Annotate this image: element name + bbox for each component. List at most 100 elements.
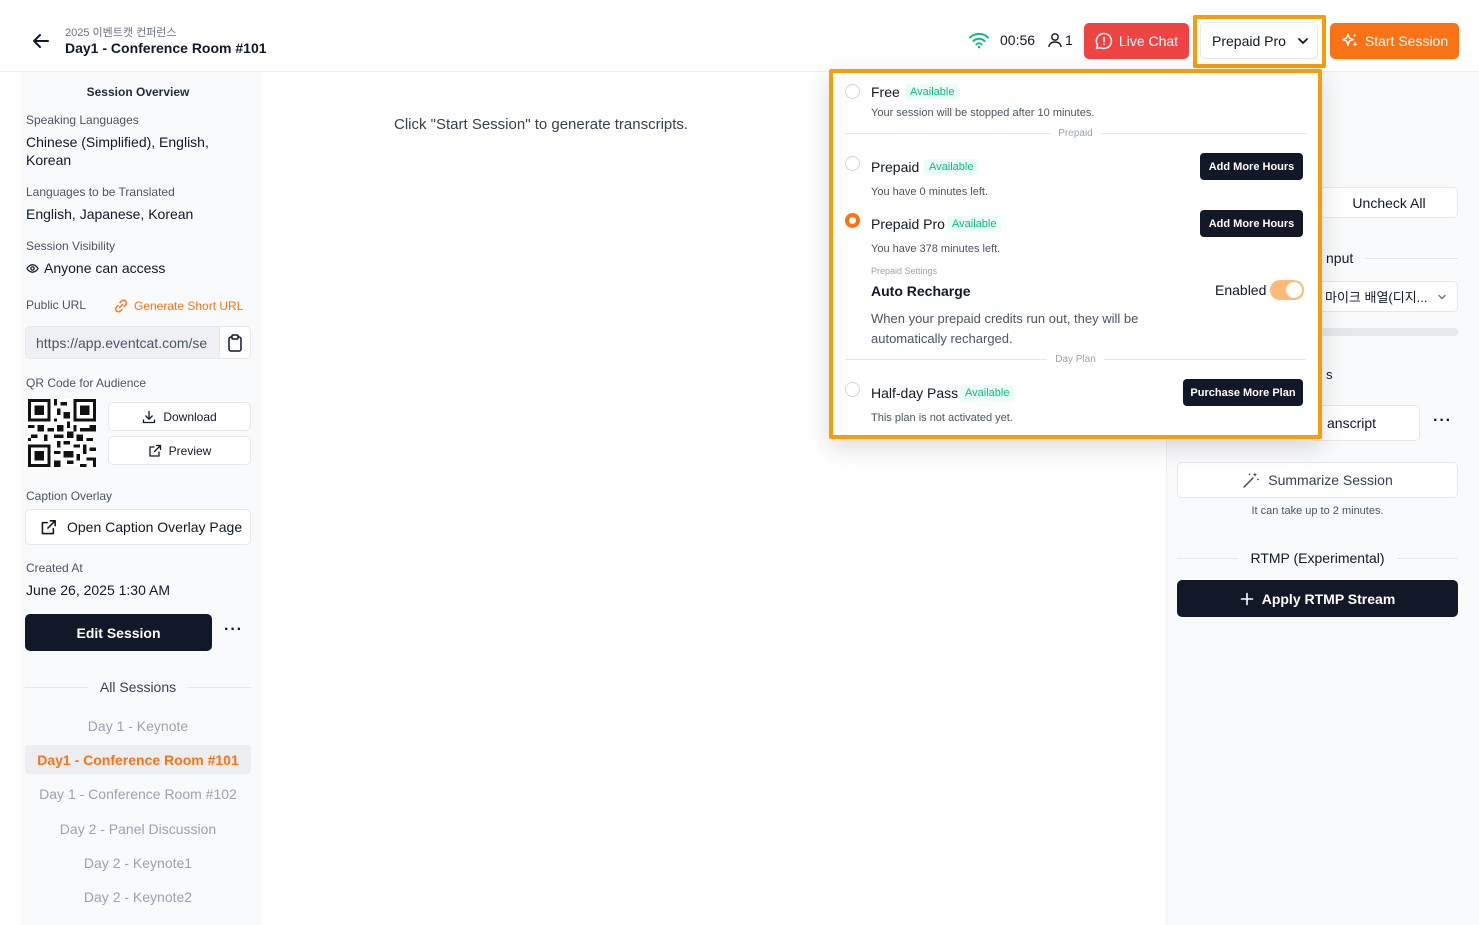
rtmp-section-header: RTMP (Experimental) [1177,550,1459,566]
input-section-divider [1365,258,1458,259]
plan-radio-free[interactable] [845,84,860,99]
generate-short-url-link[interactable]: Generate Short URL [113,298,243,314]
live-chat-button[interactable]: Live Chat [1084,23,1189,59]
wifi-icon [969,32,989,49]
public-url-label: Public URL [26,298,87,312]
copy-url-button[interactable] [219,327,250,358]
plan-radio-prepaid[interactable] [845,156,860,171]
auto-recharge-label: Auto Recharge [871,283,971,299]
person-icon [1048,33,1062,48]
summarize-session-button[interactable]: Summarize Session [1177,462,1458,498]
sparkle-icon [1341,33,1358,47]
speaking-languages-value: Chinese (Simplified), English, Korean [26,134,209,168]
plan-dropdown-menu: Free Available Your session will be stop… [829,69,1322,439]
link-icon [114,299,128,313]
plan-radio-half-day[interactable] [845,382,860,397]
created-at-label: Created At [26,561,83,575]
session-list-item[interactable]: Day 2 - Panel Discussion [25,814,251,843]
top-header: 2025 이벤트캣 컨퍼런스 Day1 - Conference Room #1… [0,0,1479,72]
plan-name-prepaid-pro: Prepaid Pro [871,216,945,232]
input-device-value: 마이크 배열(디지... [1325,290,1428,305]
summarize-note: It can take up to 2 minutes. [1251,505,1384,517]
plan-note-prepaid: You have 0 minutes left. [871,186,989,198]
transcript-placeholder: Click "Start Session" to generate transc… [394,116,689,133]
plan-name-half-day: Half-day Pass [871,385,959,401]
speaking-languages-label: Speaking Languages [26,113,139,127]
eye-icon [26,263,39,273]
day-plan-divider: Day Plan [845,354,1307,365]
prepaid-divider: Prepaid [845,128,1306,139]
download-icon [143,410,156,423]
start-session-button[interactable]: Start Session [1330,23,1459,59]
back-arrow-icon[interactable] [30,30,52,52]
download-qr-button[interactable]: Download [108,402,251,431]
preview-qr-button[interactable]: Preview [108,436,251,465]
day-plan-divider-label: Day Plan [1055,354,1096,365]
auto-recharge-desc-line2: automatically recharged. [871,331,1013,346]
session-more-button[interactable]: ··· [224,621,243,639]
all-sessions-header: All Sessions [25,679,252,695]
edit-session-button[interactable]: Edit Session [25,614,212,651]
created-at-value: June 26, 2025 1:30 AM [26,582,170,598]
transcript-button[interactable]: anscript [1310,405,1420,441]
add-more-hours-button[interactable]: Add More Hours [1200,210,1303,237]
plan-radio-prepaid-pro[interactable] [845,213,860,228]
chevron-down-icon [1298,37,1308,44]
status-badge: Available [960,385,1015,401]
session-list-item[interactable]: Day 1 - Conference Room #102 [25,779,251,808]
session-timer: 00:56 [1000,32,1036,48]
auto-recharge-toggle[interactable] [1270,280,1304,300]
transcript-more-button[interactable]: ··· [1433,412,1452,430]
status-badge: Available [905,84,960,100]
chat-alert-icon [1095,32,1113,50]
public-url-value: https://app.eventcat.com/se [36,334,208,351]
uncheck-all-button[interactable]: Uncheck All [1320,187,1458,218]
session-list-item[interactable]: Day 2 - Keynote1 [25,848,251,877]
auto-recharge-state: Enabled [1215,282,1267,298]
status-badge: Available [947,216,1002,232]
status-badge: Available [924,159,979,175]
apply-rtmp-stream-label: Apply RTMP Stream [1261,590,1396,607]
magic-wand-icon [1243,472,1260,488]
clipboard-icon [228,333,242,352]
rtmp-title: RTMP (Experimental) [1250,550,1385,566]
input-device-select[interactable]: 마이크 배열(디지... [1318,281,1458,312]
apply-rtmp-stream-button[interactable]: Apply RTMP Stream [1177,580,1458,617]
external-link-icon [149,444,161,457]
caption-overlay-label: Caption Overlay [26,489,113,503]
prepaid-divider-label: Prepaid [1058,128,1093,139]
download-label: Download [163,409,217,424]
plan-select-value: Prepaid Pro [1212,32,1286,49]
live-chat-label: Live Chat [1118,33,1179,49]
purchase-more-plan-button[interactable]: Purchase More Plan [1183,379,1303,406]
translated-languages-value: English, Japanese, Korean [26,206,194,222]
participant-count: 1 [1065,32,1073,48]
input-level-bar [1318,328,1458,336]
generate-short-url-label: Generate Short URL [134,299,244,313]
chevron-down-icon [1437,294,1446,299]
plan-note-prepaid-pro: You have 378 minutes left. [871,243,1001,255]
prepaid-settings-label: Prepaid Settings [871,266,938,276]
preview-label: Preview [168,443,212,458]
page-title: Day1 - Conference Room #101 [65,40,267,56]
external-link-icon [41,519,56,534]
auto-recharge-desc-line1: When your prepaid credits run out, they … [871,311,1139,326]
session-list-item[interactable]: Day 2 - Keynote2 [25,882,251,911]
qr-code-image [28,399,96,467]
section-label-fragment: s [1326,367,1333,382]
sidebar-title: Session Overview [86,85,190,99]
session-list-item-active[interactable]: Day1 - Conference Room #101 [25,745,251,774]
plan-note-free: Your session will be stopped after 10 mi… [871,107,1095,119]
visibility-value: Anyone can access [26,259,236,277]
plan-name-prepaid: Prepaid [871,159,920,175]
plan-select[interactable]: Prepaid Pro [1200,22,1318,59]
session-overview-sidebar: Session Overview Speaking Languages Chin… [21,72,261,925]
plan-name-free: Free [871,84,900,100]
open-caption-overlay-button[interactable]: Open Caption Overlay Page [25,509,251,545]
session-list-item[interactable]: Day 1 - Keynote [25,711,251,740]
public-url-field[interactable]: https://app.eventcat.com/se [25,326,251,359]
input-section-label: nput [1326,250,1354,266]
open-caption-overlay-label: Open Caption Overlay Page [67,519,243,535]
add-more-hours-button[interactable]: Add More Hours [1200,153,1303,180]
visibility-label: Session Visibility [26,239,116,253]
